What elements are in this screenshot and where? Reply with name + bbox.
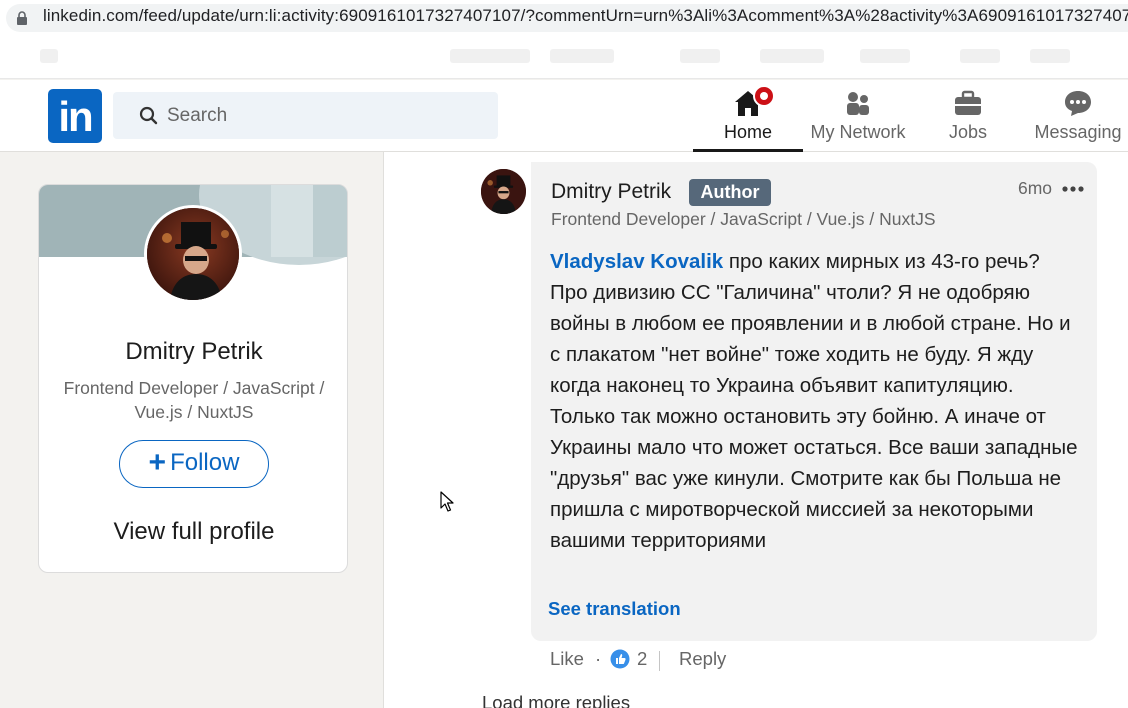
linkedin-navbar: in Home My Network Jobs bbox=[0, 80, 1128, 152]
messaging-icon bbox=[1065, 91, 1091, 116]
search-icon bbox=[139, 106, 158, 125]
profile-card: Dmitry Petrik Frontend Developer / JavaS… bbox=[38, 184, 348, 573]
browser-address-bar: linkedin.com/feed/update/urn:li:activity… bbox=[0, 0, 1128, 36]
search-box[interactable] bbox=[113, 92, 498, 139]
more-options-icon[interactable] bbox=[1062, 186, 1084, 192]
nav-home[interactable]: Home bbox=[693, 80, 803, 152]
nav-home-label: Home bbox=[723, 122, 772, 142]
lock-icon bbox=[17, 11, 27, 25]
reply-button[interactable]: Reply bbox=[679, 648, 726, 670]
bookmark-favicon bbox=[40, 49, 58, 63]
load-more-replies[interactable]: Load more replies bbox=[482, 692, 630, 708]
bookmark-item bbox=[860, 49, 910, 63]
nav-messaging[interactable]: Messaging bbox=[1023, 80, 1128, 152]
search-input[interactable] bbox=[167, 102, 477, 130]
mention-link[interactable]: Vladyslav Kovalik bbox=[550, 250, 723, 273]
profile-name[interactable]: Dmitry Petrik bbox=[39, 338, 347, 366]
nav-jobs-label: Jobs bbox=[948, 122, 988, 142]
comment-body: про каких мирных из 43-го речь? Про диви… bbox=[550, 250, 1078, 552]
bookmark-item bbox=[1030, 49, 1070, 63]
url-text[interactable]: linkedin.com/feed/update/urn:li:activity… bbox=[43, 6, 1128, 26]
nav-jobs[interactable]: Jobs bbox=[913, 80, 1023, 152]
follow-button[interactable]: + Follow bbox=[119, 440, 269, 488]
linkedin-logo[interactable]: in bbox=[48, 89, 102, 143]
nav-my-network[interactable]: My Network bbox=[803, 80, 913, 152]
action-divider bbox=[659, 651, 660, 671]
comment-author-avatar[interactable] bbox=[481, 169, 526, 214]
like-reaction-icon[interactable] bbox=[610, 649, 630, 669]
briefcase-icon bbox=[955, 90, 981, 115]
comment-author-name[interactable]: Dmitry Petrik bbox=[551, 180, 671, 204]
bookmark-item bbox=[450, 49, 530, 63]
comment-author-headline: Frontend Developer / JavaScript / Vue.js… bbox=[551, 209, 936, 229]
bookmark-item bbox=[960, 49, 1000, 63]
view-full-profile-link[interactable]: View full profile bbox=[39, 518, 347, 546]
see-translation-link[interactable]: See translation bbox=[548, 598, 681, 620]
bookmarks-bar bbox=[0, 36, 1128, 79]
separator-dot: · bbox=[595, 648, 602, 669]
nav-my-network-label: My Network bbox=[810, 122, 906, 142]
mouse-cursor-icon bbox=[440, 491, 454, 512]
like-button[interactable]: Like bbox=[550, 648, 584, 670]
bookmark-item bbox=[760, 49, 824, 63]
profile-headline: Frontend Developer / JavaScript / Vue.js… bbox=[63, 378, 325, 422]
comment-text: Vladyslav Kovalik про каких мирных из 43… bbox=[550, 246, 1080, 556]
author-badge: Author bbox=[689, 179, 771, 206]
bookmark-item bbox=[680, 49, 720, 63]
plus-icon: + bbox=[148, 446, 167, 479]
notification-badge bbox=[753, 85, 775, 107]
comment-time: 6mo bbox=[1018, 178, 1053, 198]
reaction-count[interactable]: 2 bbox=[637, 648, 647, 670]
nav-messaging-label: Messaging bbox=[1034, 122, 1122, 142]
network-icon bbox=[847, 92, 869, 115]
follow-label: Follow bbox=[170, 449, 240, 476]
bookmark-item bbox=[550, 49, 614, 63]
profile-avatar[interactable] bbox=[144, 205, 242, 303]
